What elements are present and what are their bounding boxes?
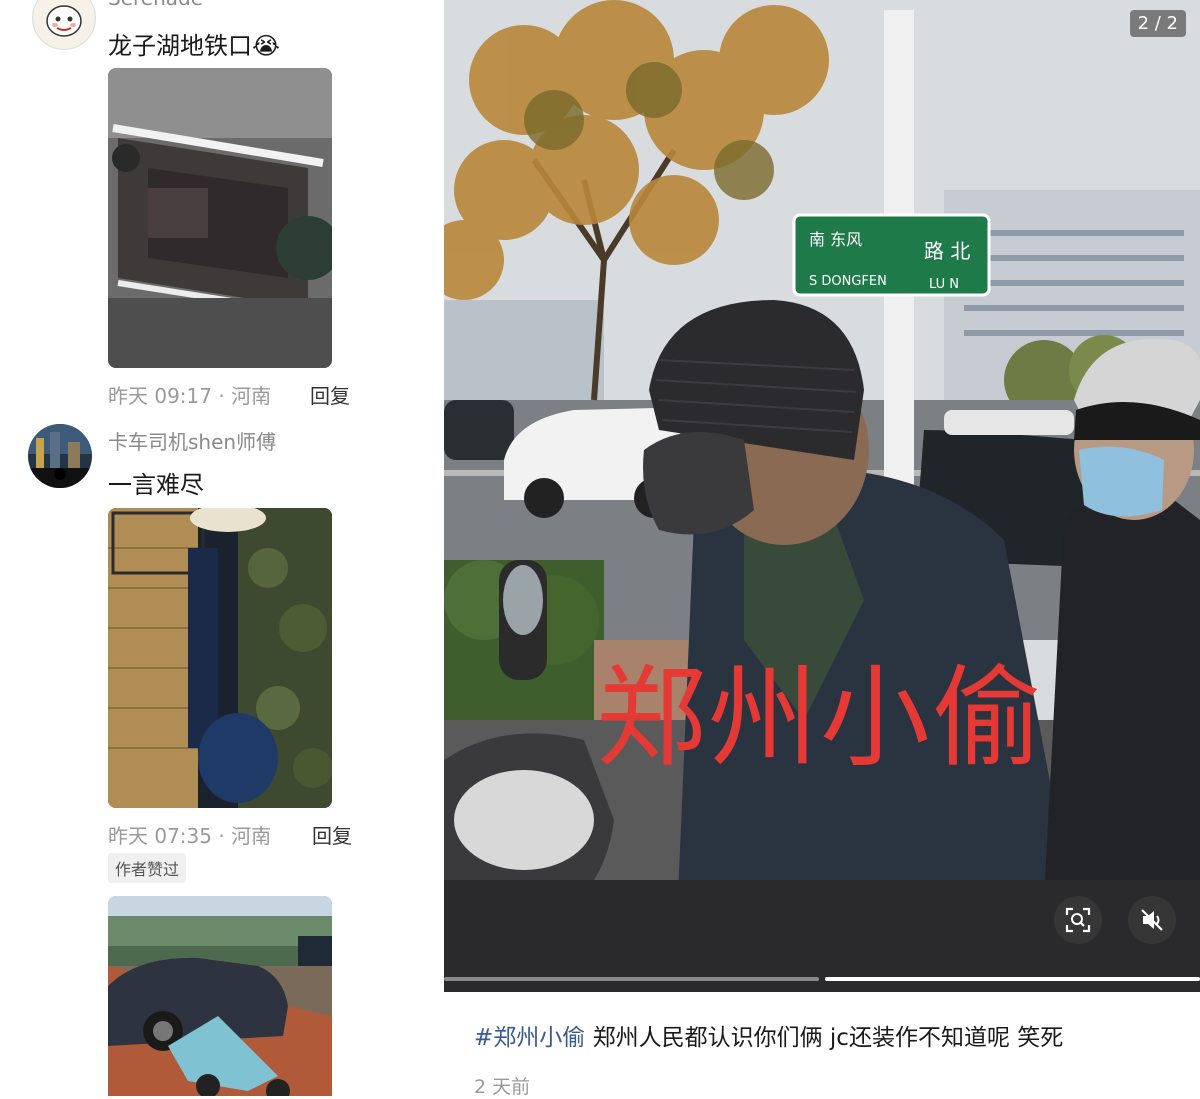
progress-segment-2 [825,977,1200,981]
comment-photo[interactable] [108,896,332,1096]
scooter-seat-photo-icon [108,68,332,368]
progress-segment-1 [444,977,819,981]
scan-icon [1065,907,1091,933]
cartoon-avatar-icon [34,0,94,48]
image-counter: 2 / 2 [1129,10,1186,37]
mute-icon [1141,909,1163,931]
comment-photo[interactable] [108,68,332,368]
comment-photo[interactable] [108,508,332,808]
avatar[interactable] [28,424,92,488]
street-scene-video-frame-icon: 南 东风 路 北 S DONGFEN LU N [444,0,1200,992]
video-player[interactable]: 南 东风 路 北 S DONGFEN LU N 2 / 2 郑州小偷 [444,0,1200,992]
hashtag-link[interactable]: #郑州小偷 [474,1025,585,1051]
mute-button[interactable] [1128,896,1176,944]
comment-text: 龙子湖地铁口😭 [108,32,281,60]
author-liked-badge: 作者赞过 [108,853,187,883]
post-time: 2 天前 [474,1076,531,1098]
comment-username[interactable]: Serenade [108,0,203,10]
comment-list: Serenade 龙子湖地铁口😭 昨天 09:17 · 河南 回复 [0,0,430,1096]
reply-button[interactable]: 回复 [310,380,350,409]
scan-button[interactable] [1054,896,1102,944]
reply-button[interactable]: 回复 [312,820,352,849]
ebike-night-photo-icon [108,508,332,808]
comment-username[interactable]: 卡车司机shen师傅 [108,426,276,455]
comment-meta: 昨天 09:17 · 河南 [108,384,272,408]
comment-text: 一言难尽 [108,471,204,499]
sign-line3: LU N [929,277,959,292]
sign-line2: S DONGFEN [809,274,887,289]
sign-road: 路 北 [924,239,970,263]
sign-line1: 南 东风 [809,230,862,249]
comment-meta: 昨天 07:35 · 河南 [108,824,272,848]
avatar[interactable] [32,0,96,50]
post-viewer: 南 东风 路 北 S DONGFEN LU N 2 / 2 郑州小偷 #郑州小偷… [444,0,1200,1098]
overlay-caption: 郑州小偷 [596,654,1044,782]
parked-car-photo-icon [108,896,332,1096]
night-city-avatar-icon [28,424,92,488]
caption-text: 郑州人民都认识你们俩 jc还装作不知道呢 笑死 [592,1025,1064,1051]
post-caption: #郑州小偷 郑州人民都认识你们俩 jc还装作不知道呢 笑死 [474,1018,1063,1052]
